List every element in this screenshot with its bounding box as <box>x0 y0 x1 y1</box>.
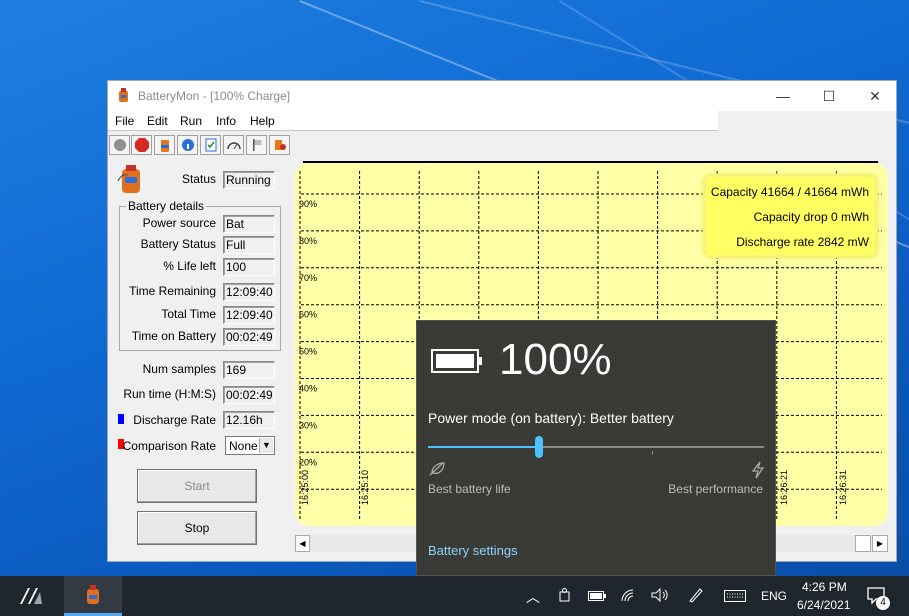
scroll-left-arrow-icon[interactable]: ◀ <box>295 535 310 552</box>
battery-status-field: Full <box>223 236 275 254</box>
power-source-field: Bat <box>223 215 275 233</box>
capacity-drop-text: Capacity drop 0 mWh <box>753 210 869 224</box>
stop-sign-icon[interactable] <box>131 135 152 155</box>
total-time-field: 12:09:40 <box>223 306 275 324</box>
power-mode-track[interactable] <box>428 436 764 458</box>
y-tick-label: 90% <box>299 199 317 209</box>
checklist-icon[interactable] <box>200 135 221 155</box>
scroll-right-arrow-icon[interactable]: ▶ <box>872 535 888 552</box>
chevron-up-icon[interactable]: ︿ <box>526 587 540 607</box>
best-performance-label: Best performance <box>668 482 763 496</box>
time-on-battery-field: 00:02:49 <box>223 328 275 346</box>
batterymon-taskbar-icon <box>87 585 99 604</box>
battery-status-label: Battery Status <box>140 237 216 251</box>
best-battery-label: Best battery life <box>428 482 511 496</box>
flag-icon[interactable] <box>246 135 267 155</box>
status-field: Running <box>223 171 275 189</box>
taskbar-batterymon-button[interactable] <box>64 576 122 616</box>
menu-run[interactable]: Run <box>180 114 202 128</box>
batterymon-app-icon <box>116 87 132 103</box>
battery-details-label: Battery details <box>126 199 207 213</box>
menu-file[interactable]: File <box>115 114 134 128</box>
x-tick-label: 16:26:21 <box>779 470 789 505</box>
info-icon[interactable] <box>177 135 198 155</box>
settings-icon[interactable] <box>269 135 290 155</box>
chart-info-box: Capacity 41664 / 41664 mWh Capacity drop… <box>703 174 878 258</box>
comparison-rate-select[interactable]: None ▼ <box>225 436 275 455</box>
menu-edit[interactable]: Edit <box>147 114 168 128</box>
start-logo-icon[interactable] <box>18 586 44 609</box>
menu-info[interactable]: Info <box>216 114 236 128</box>
gauge-icon[interactable] <box>223 135 244 155</box>
x-tick-label: 16:26:31 <box>838 470 848 505</box>
run-time-field: 00:02:49 <box>223 386 275 404</box>
life-left-label: % Life left <box>163 259 216 273</box>
y-tick-label: 20% <box>299 457 317 467</box>
battery-percent: 100% <box>499 335 612 384</box>
capacity-text: Capacity 41664 / 41664 mWh <box>710 185 869 199</box>
clock-time[interactable]: 4:26 PM <box>802 580 847 594</box>
leaf-icon <box>428 461 446 480</box>
menu-bar: File Edit Run Info Help <box>108 111 718 131</box>
minimize-button[interactable]: — <box>760 81 806 111</box>
notification-badge: 4 <box>876 596 890 610</box>
life-left-field: 100 <box>223 258 275 276</box>
num-samples-label: Num samples <box>142 362 216 376</box>
meet-now-icon[interactable] <box>558 588 572 607</box>
stop-button[interactable]: Stop <box>137 511 257 545</box>
y-tick-label: 50% <box>299 347 317 357</box>
keyboard-icon[interactable] <box>724 590 746 605</box>
notification-center-icon[interactable]: 4 <box>866 586 890 610</box>
power-source-label: Power source <box>142 216 216 230</box>
close-button[interactable]: ✕ <box>852 81 898 111</box>
power-mode-fill <box>428 446 539 448</box>
volume-icon[interactable] <box>651 587 669 605</box>
discharge-rate-text: Discharge rate 2842 mW <box>736 235 869 249</box>
slider-tick <box>652 451 653 455</box>
run-time-label: Run time (H:M:S) <box>123 387 216 401</box>
window-title: BatteryMon - [100% Charge] <box>138 89 291 103</box>
wifi-icon[interactable] <box>620 588 638 605</box>
power-mode-label: Power mode (on battery): Better battery <box>428 410 674 426</box>
chevron-down-icon[interactable]: ▼ <box>259 438 273 453</box>
time-remaining-field: 12:09:40 <box>223 283 275 301</box>
chart-top-edge <box>303 161 878 163</box>
scroll-thumb[interactable] <box>855 535 871 552</box>
battery-full-icon <box>431 349 483 376</box>
battery-icon[interactable] <box>154 135 175 155</box>
discharge-rate-field: 12.16h <box>223 411 275 429</box>
comparison-rate-label: Comparison Rate <box>122 439 216 453</box>
num-samples-field: 169 <box>223 361 275 379</box>
x-tick-label: 16:25:10 <box>360 470 370 505</box>
time-remaining-label: Time Remaining <box>129 284 216 298</box>
menu-help[interactable]: Help <box>250 114 275 128</box>
taskbar: ︿ ENG 4:26 PM 6/24/2021 4 <box>0 576 909 616</box>
discharge-rate-label: Discharge Rate <box>133 413 216 427</box>
total-time-label: Total Time <box>161 307 216 321</box>
y-tick-label: 80% <box>299 236 317 246</box>
comparison-rate-value: None <box>229 439 258 453</box>
toolbar <box>108 133 896 157</box>
maximize-button[interactable]: ☐ <box>806 81 852 111</box>
title-bar[interactable]: BatteryMon - [100% Charge] — ☐ ✕ <box>108 81 896 111</box>
x-tick-label: 16:25:00 <box>300 470 310 505</box>
status-label: Status <box>181 172 216 186</box>
stop-circle-icon[interactable] <box>109 135 130 155</box>
language-indicator[interactable]: ENG <box>761 589 787 603</box>
battery-tray-icon[interactable] <box>588 590 606 604</box>
time-on-battery-label: Time on Battery <box>131 329 216 343</box>
battery-flyout: 100% Power mode (on battery): Better bat… <box>416 320 776 576</box>
clock-date[interactable]: 6/24/2021 <box>797 598 850 612</box>
lightning-icon <box>751 461 765 482</box>
y-tick-label: 30% <box>299 420 317 430</box>
start-button[interactable]: Start <box>137 469 257 503</box>
y-tick-label: 70% <box>299 273 317 283</box>
battery-settings-link[interactable]: Battery settings <box>428 543 518 558</box>
y-tick-label: 40% <box>299 384 317 394</box>
pen-icon[interactable] <box>688 587 704 606</box>
power-mode-slider-thumb[interactable] <box>534 436 543 458</box>
y-tick-label: 60% <box>299 310 317 320</box>
